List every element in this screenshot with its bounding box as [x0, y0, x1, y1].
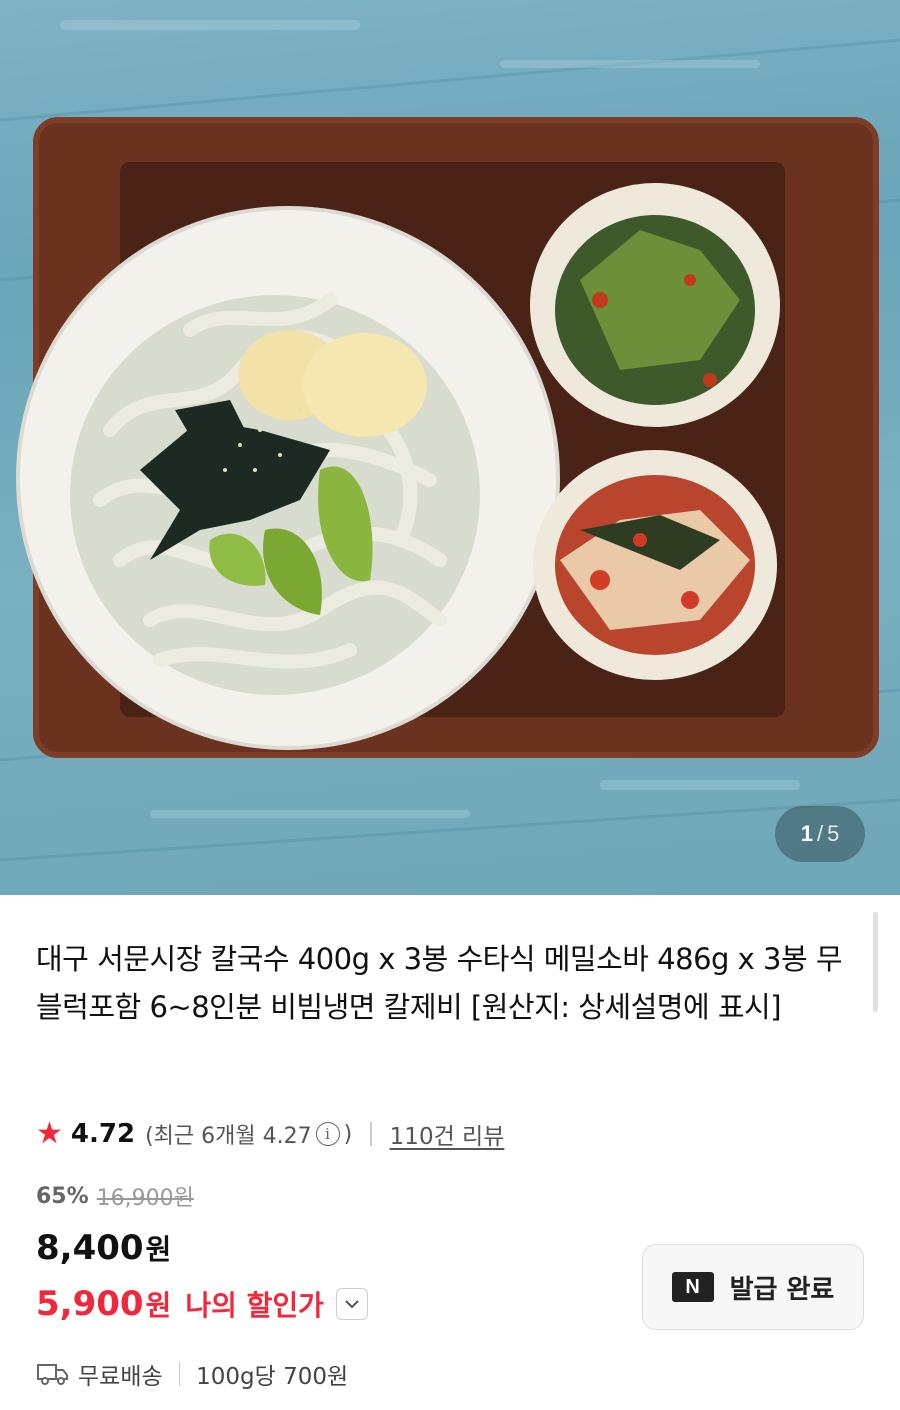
sale-price-unit: 원 — [145, 1233, 172, 1266]
rating-row: ★ 4.72 (최근 6개월 4.27 i ) 110건 리뷰 — [36, 1116, 504, 1152]
recent-rating-text: (최근 6개월 4.27 — [145, 1124, 312, 1149]
discount-rate: 65% — [36, 1183, 89, 1209]
rating-score: 4.72 — [70, 1119, 136, 1149]
truck-icon — [37, 1364, 68, 1385]
discount-row: 65% 16,900원 — [36, 1180, 194, 1212]
product-image-gallery[interactable]: 1 / 5 — [0, 0, 900, 895]
naver-n-icon: N — [671, 1272, 714, 1302]
product-photo — [0, 20, 900, 862]
star-icon: ★ — [36, 1116, 63, 1151]
chevron-down-icon — [345, 1300, 359, 1309]
divider — [178, 1362, 181, 1386]
recent-rating-close: ) — [343, 1121, 353, 1147]
counter-current: 1 — [800, 821, 813, 846]
my-discount-price: 5,900 원 나의 할인가 — [36, 1284, 368, 1324]
original-price: 16,900원 — [96, 1186, 194, 1211]
my-price-number: 5,900 — [36, 1284, 144, 1324]
divider — [370, 1122, 372, 1146]
sale-price: 8,400 원 — [36, 1228, 171, 1268]
coupon-label: 발급 완료 — [729, 1274, 835, 1305]
review-count-link[interactable]: 110건 리뷰 — [390, 1117, 505, 1151]
image-page-counter: 1 / 5 — [775, 806, 865, 862]
sale-price-number: 8,400 — [36, 1228, 144, 1268]
my-price-unit: 원 — [145, 1289, 172, 1322]
shipping-row: 무료배송 100g당 700원 — [36, 1356, 348, 1392]
product-title: 대구 서문시장 칼국수 400g x 3봉 수타식 메밀소바 486g x 3봉… — [36, 942, 843, 1024]
counter-separator: / — [816, 821, 824, 846]
scrollbar-thumb[interactable] — [873, 912, 878, 1012]
counter-total: 5 — [827, 821, 840, 846]
info-icon[interactable]: i — [315, 1122, 340, 1146]
unit-price: 100g당 700원 — [196, 1364, 349, 1390]
expand-discount-button[interactable] — [335, 1288, 368, 1320]
my-price-label: 나의 할인가 — [185, 1289, 324, 1322]
coupon-issued-button[interactable]: N 발급 완료 — [642, 1244, 864, 1330]
free-shipping-label: 무료배송 — [78, 1364, 163, 1390]
recent-rating: (최근 6개월 4.27 i ) — [145, 1118, 352, 1150]
